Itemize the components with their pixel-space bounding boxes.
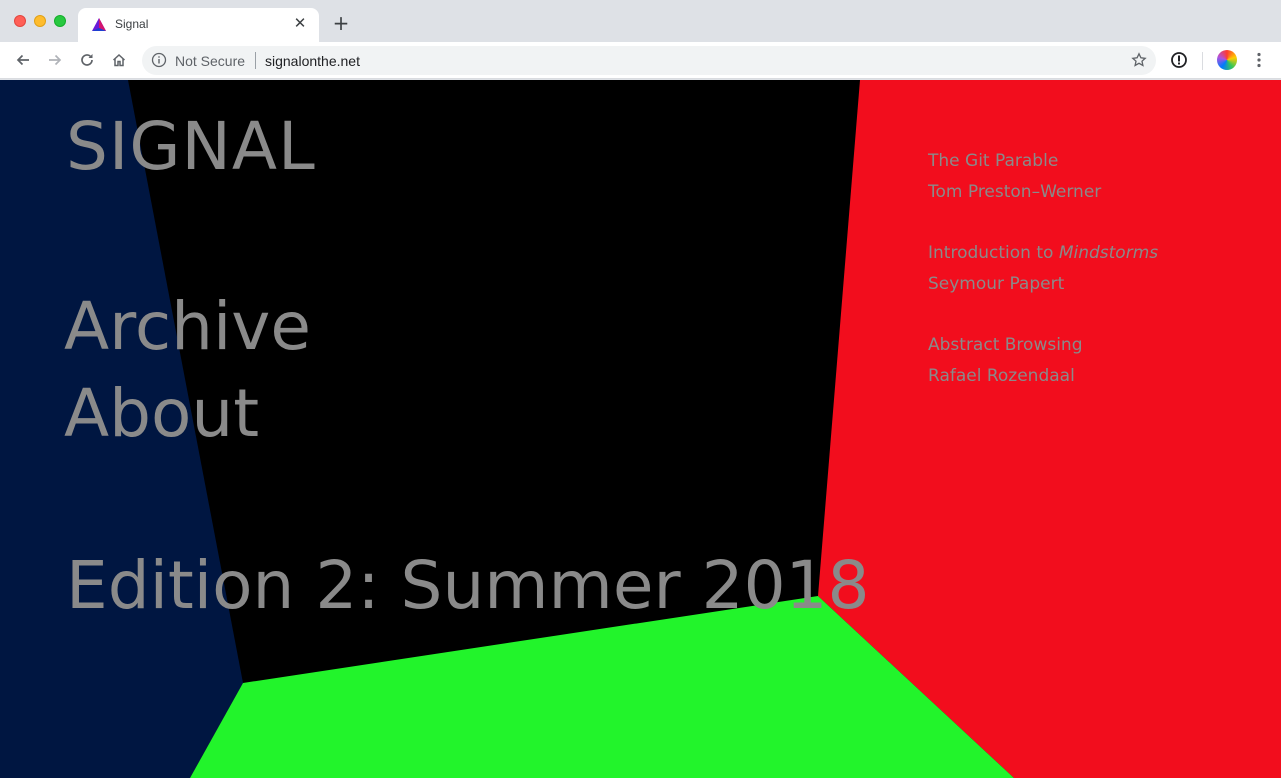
forward-button[interactable]	[43, 48, 67, 72]
signal-favicon-icon	[92, 18, 106, 31]
tab-close-icon[interactable]: ✕	[291, 14, 309, 32]
new-tab-button[interactable]: +	[331, 13, 351, 33]
reload-button[interactable]	[75, 48, 99, 72]
site-logo[interactable]: SIGNAL	[66, 114, 316, 180]
tab-strip: Signal ✕ +	[0, 0, 1281, 42]
article-link[interactable]: Introduction to Mindstorms Seymour Paper…	[928, 238, 1228, 300]
article-link[interactable]: Abstract Browsing Rafael Rozendaal	[928, 330, 1228, 392]
article-author: Tom Preston–Werner	[928, 182, 1102, 202]
minimize-window-button[interactable]	[34, 15, 46, 27]
article-author: Seymour Papert	[928, 274, 1065, 294]
home-icon	[112, 53, 126, 67]
tab-title: Signal	[115, 17, 149, 31]
star-icon[interactable]	[1131, 52, 1147, 68]
back-button[interactable]	[11, 48, 35, 72]
home-button[interactable]	[107, 48, 131, 72]
back-arrow-icon	[16, 54, 29, 66]
article-title: The Git Parable	[928, 151, 1059, 171]
extension-icon[interactable]	[1169, 50, 1189, 70]
security-label[interactable]: Not Secure	[175, 53, 245, 69]
close-window-button[interactable]	[14, 15, 26, 27]
maximize-window-button[interactable]	[54, 15, 66, 27]
tab-signal[interactable]: Signal ✕	[78, 8, 319, 42]
article-title: Introduction to Mindstorms	[928, 243, 1159, 263]
article-list: The Git Parable Tom Preston–Werner Intro…	[928, 146, 1228, 422]
forward-arrow-icon	[49, 54, 62, 66]
nav-about-link[interactable]: About	[64, 381, 259, 447]
edition-heading: Edition 2: Summer 2018	[66, 547, 870, 624]
avatar[interactable]	[1217, 50, 1237, 70]
nav-archive-link[interactable]: Archive	[64, 294, 311, 360]
browser-toolbar: Not Secure signalonthe.net	[0, 42, 1281, 79]
toolbar-separator	[1202, 52, 1203, 70]
article-author: Rafael Rozendaal	[928, 366, 1075, 386]
reload-icon	[81, 54, 93, 66]
address-bar[interactable]: Not Secure signalonthe.net	[142, 46, 1156, 75]
omnibox-divider	[255, 52, 256, 69]
info-icon[interactable]	[151, 52, 167, 68]
page-content: SIGNAL Archive About Edition 2: Summer 2…	[0, 80, 1281, 778]
url-text[interactable]: signalonthe.net	[265, 53, 360, 69]
article-link[interactable]: The Git Parable Tom Preston–Werner	[928, 146, 1228, 208]
article-title: Abstract Browsing	[928, 335, 1083, 355]
kebab-menu-icon[interactable]	[1249, 50, 1269, 70]
